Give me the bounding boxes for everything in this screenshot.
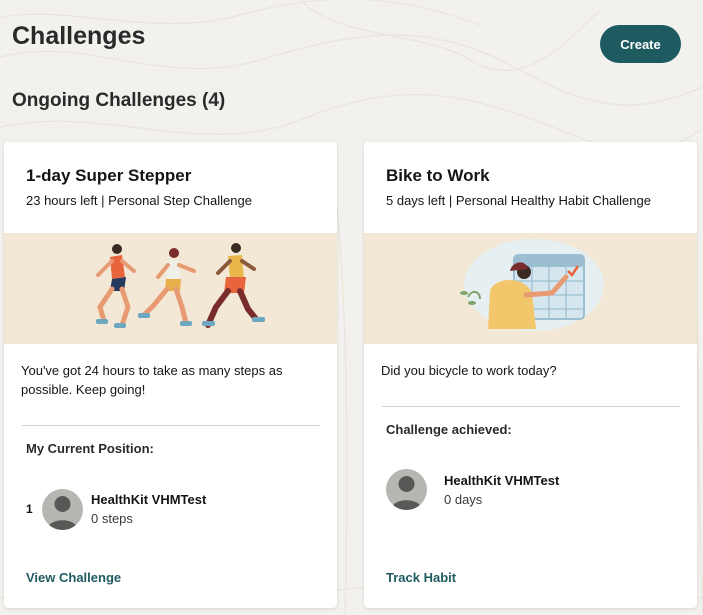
- divider: [382, 406, 680, 407]
- challenge-banner: [364, 233, 697, 344]
- rank-number: 1: [26, 502, 33, 516]
- participant-steps: 0 steps: [91, 511, 133, 526]
- card-title[interactable]: Bike to Work: [386, 166, 490, 186]
- participant-days: 0 days: [444, 492, 483, 507]
- participant-name: HealthKit VHMTest: [444, 473, 560, 488]
- card-subtitle: 23 hours left | Personal Step Challenge: [26, 193, 252, 208]
- avatar: [386, 469, 427, 510]
- avatar: [42, 489, 83, 530]
- participant-name: HealthKit VHMTest: [91, 492, 207, 507]
- challenge-banner: [4, 233, 337, 344]
- calendar-checkmark-illustration: [460, 239, 604, 331]
- current-position-label: My Current Position:: [26, 441, 154, 456]
- view-challenge-link[interactable]: View Challenge: [26, 570, 121, 585]
- page-title: Challenges: [12, 22, 146, 50]
- challenge-card-super-stepper: 1-day Super Stepper 23 hours left | Pers…: [4, 142, 337, 608]
- card-subtitle: 5 days left | Personal Healthy Habit Cha…: [386, 193, 651, 208]
- challenge-achieved-label: Challenge achieved:: [386, 422, 512, 437]
- runners-illustration: [96, 243, 265, 328]
- challenge-description: Did you bicycle to work today?: [381, 363, 557, 378]
- section-title: Ongoing Challenges (4): [12, 90, 226, 111]
- create-button[interactable]: Create: [600, 25, 681, 63]
- challenge-card-bike-to-work: Bike to Work 5 days left | Personal Heal…: [364, 142, 697, 608]
- card-title[interactable]: 1-day Super Stepper: [26, 166, 191, 186]
- user-icon: [391, 476, 422, 510]
- user-icon: [47, 496, 78, 530]
- challenge-description: You've got 24 hours to take as many step…: [21, 363, 283, 397]
- track-habit-link[interactable]: Track Habit: [386, 570, 456, 585]
- divider: [22, 425, 320, 426]
